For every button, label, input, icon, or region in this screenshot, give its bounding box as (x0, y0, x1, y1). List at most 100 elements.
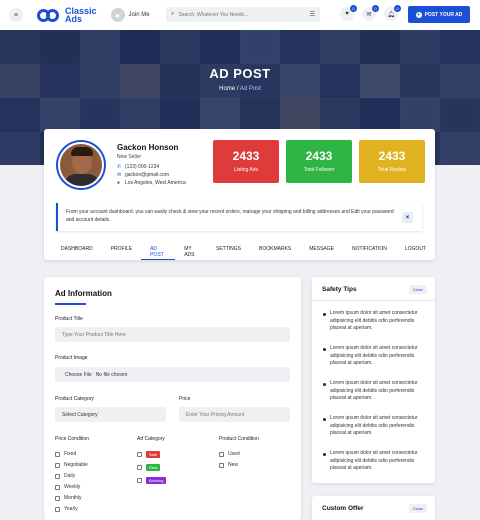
stat-value: 2433 (232, 149, 260, 163)
checkbox[interactable] (137, 452, 142, 457)
profile-phone: ✆ (123) 000-1234 (117, 164, 159, 170)
product-title-placeholder: Type Your Product Title Here (62, 331, 126, 338)
safety-tip: Lorem ipsum dolor sit amet consectetur a… (322, 415, 430, 438)
checkbox[interactable] (55, 462, 60, 468)
ad-category-booking[interactable]: Booking (137, 477, 167, 484)
option-label: Negotiable (64, 462, 88, 468)
product-title-input[interactable]: Type Your Product Title Here (55, 327, 290, 342)
checkbox[interactable] (137, 478, 142, 483)
message-icon[interactable]: ✉ 0 (362, 5, 379, 21)
stat-label: Listing Ads (233, 167, 259, 173)
tab-profile[interactable]: PROFILE (102, 242, 141, 260)
tab-settings[interactable]: SETTINGS (207, 242, 250, 260)
title-underline (55, 303, 86, 305)
join-label: Join Me (128, 12, 150, 18)
ad-category-label: Ad Category (137, 436, 165, 442)
stat-value: 2433 (305, 149, 333, 163)
price-condition-daily[interactable]: Daily (55, 473, 75, 479)
category-label: Product Category (55, 396, 94, 402)
filter-icon[interactable]: ☰ (310, 11, 315, 18)
heart-icon[interactable]: ♥ 0 (340, 5, 357, 21)
search-icon[interactable]: ⌕ (171, 11, 174, 18)
breadcrumb-home[interactable]: Home (219, 86, 235, 92)
option-label: Daily (64, 473, 76, 479)
product-condition-new[interactable]: New (219, 462, 238, 468)
checkbox[interactable] (137, 465, 142, 470)
safety-tip: Lorem ipsum dolor sit amet consectetur a… (322, 310, 430, 333)
logo-mark-icon (37, 7, 63, 23)
location-pin-icon: ● (117, 180, 121, 186)
tab-dashboard[interactable]: DASHBOARD (52, 242, 102, 260)
ad-category-sale[interactable]: Sale (137, 451, 161, 458)
ad-category-rent[interactable]: Rent (137, 464, 161, 471)
profile-email: ✉ gackon@gmail.com (117, 172, 169, 178)
tab-my-ads[interactable]: MY ADS (175, 242, 207, 260)
checkbox[interactable] (55, 506, 60, 512)
profile-role: New Seller (117, 154, 142, 160)
stat-total-follower: 2433 Total Follower (286, 140, 352, 183)
tab-bookmarks[interactable]: BOOKMARKS (250, 242, 300, 260)
bell-badge: 0 (394, 5, 401, 12)
custom-offer-card: Custom Offer Close (312, 496, 435, 520)
tab-message[interactable]: MESSAGE (300, 242, 343, 260)
category-select[interactable]: Select Category (55, 407, 166, 422)
location-text: Los Angeles, West America (125, 180, 186, 186)
post-your-ad-button[interactable]: + POST YOUR AD (408, 6, 470, 23)
checkbox[interactable] (219, 451, 224, 457)
price-condition-monthly[interactable]: Monthly (55, 495, 82, 501)
heart-badge: 0 (350, 5, 357, 12)
option-label: Used (228, 451, 240, 457)
user-avatar-icon: ● (110, 8, 125, 22)
product-image-input[interactable]: Choose File No file chosen (55, 367, 290, 382)
price-condition-label: Price Condition (55, 436, 89, 442)
price-condition-fixed[interactable]: Fixed (55, 451, 76, 457)
custom-offer-close-button[interactable]: Close (408, 504, 427, 513)
logo[interactable]: Classic Ads (37, 7, 97, 24)
search-input[interactable] (178, 11, 310, 18)
price-placeholder: Enter Your Pricing Amount (186, 411, 245, 418)
stat-value: 2433 (378, 149, 406, 163)
stat-label: Total Review (377, 167, 407, 173)
price-label: Price (179, 396, 191, 402)
price-input[interactable]: Enter Your Pricing Amount (179, 407, 290, 422)
safety-tips-card: Safety Tips Close Lorem ipsum dolor sit … (312, 277, 435, 483)
option-label: Monthly (64, 495, 82, 501)
ad-info-title: Ad Information (55, 289, 112, 298)
sale-tag: Sale (146, 451, 161, 458)
product-condition-used[interactable]: Used (219, 451, 240, 457)
mail-icon: ✉ (117, 172, 122, 178)
tab-notification[interactable]: NOTIFICATION (343, 242, 396, 260)
price-condition-yearly[interactable]: Yearly (55, 506, 78, 512)
message-badge: 0 (372, 5, 379, 12)
safety-tip: Lorem ipsum dolor sit amet consectetur a… (322, 450, 430, 473)
tab-ad-post[interactable]: AD POST (141, 242, 176, 260)
tab-logout[interactable]: LOGOUT (396, 242, 435, 260)
option-label: Weekly (64, 484, 81, 490)
choose-file-button[interactable]: Choose File (65, 372, 92, 378)
checkbox[interactable] (55, 484, 60, 490)
checkbox[interactable] (55, 451, 60, 457)
logo-text: Classic Ads (65, 7, 97, 24)
plus-icon: + (415, 11, 422, 18)
profile-name: Gackon Honson (117, 143, 179, 152)
bell-icon[interactable]: 🔔︎ 0 (384, 5, 401, 21)
search-bar: ⌕ ☰ (166, 7, 320, 22)
join-me-link[interactable]: ● Join Me (110, 8, 150, 22)
checkbox[interactable] (55, 495, 60, 501)
stat-listing-ads: 2433 Listing Ads (213, 140, 279, 183)
option-label: Yearly (64, 506, 78, 512)
checkbox[interactable] (219, 462, 224, 468)
price-condition-negotiable[interactable]: Negotiable (55, 462, 88, 468)
breadcrumb: Home / Ad Post (0, 86, 480, 92)
safety-close-button[interactable]: Close (408, 285, 427, 294)
close-icon[interactable]: × (402, 212, 413, 223)
price-condition-weekly[interactable]: Weekly (55, 484, 80, 490)
email-text: gackon@gmail.com (125, 172, 169, 178)
stat-label: Total Follower (303, 167, 335, 173)
checkbox[interactable] (55, 473, 60, 479)
profile-location: ● Los Angeles, West America (117, 180, 186, 186)
option-label: Fixed (64, 451, 77, 457)
menu-icon[interactable]: ≡ (9, 8, 23, 22)
divider (312, 300, 435, 301)
option-label: New (228, 462, 239, 468)
